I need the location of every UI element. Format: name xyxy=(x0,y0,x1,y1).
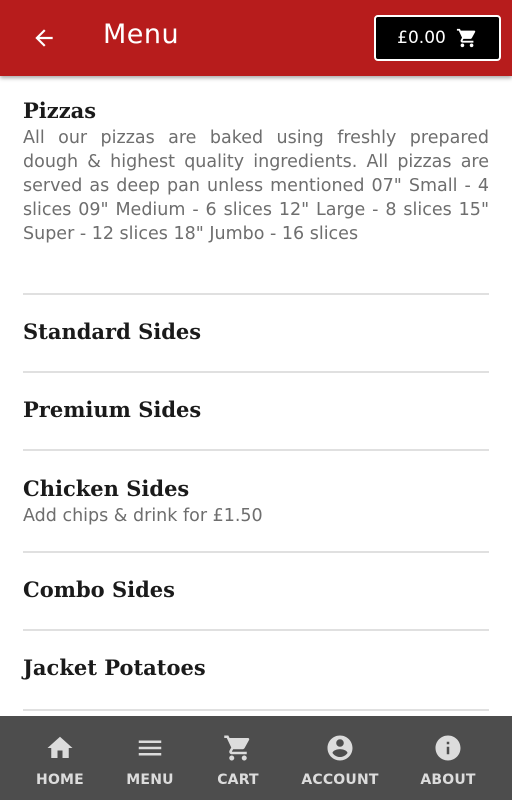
category-jacket-potatoes[interactable]: Jacket Potatoes xyxy=(23,631,489,711)
bottom-navigation: HOME MENU CART ACCOUNT ABOUT xyxy=(0,716,512,800)
category-description: Add chips & drink for £1.50 xyxy=(23,506,263,526)
nav-about[interactable]: ABOUT xyxy=(398,716,498,800)
category-title: Jacket Potatoes xyxy=(23,655,206,680)
account-icon xyxy=(327,735,353,761)
category-combo-sides[interactable]: Combo Sides xyxy=(23,553,489,631)
page-title: Menu xyxy=(103,19,180,50)
cart-total-amount: £0.00 xyxy=(397,28,446,48)
nav-label: ACCOUNT xyxy=(301,772,379,788)
category-description: All our pizzas are baked using freshly p… xyxy=(23,128,489,244)
cart-icon xyxy=(224,735,250,761)
home-icon xyxy=(47,736,73,758)
category-title: Pizzas xyxy=(23,98,97,123)
nav-label: CART xyxy=(217,772,259,788)
shopping-cart-icon xyxy=(456,28,476,48)
category-chicken-sides[interactable]: Chicken Sides Add chips & drink for £1.5… xyxy=(23,451,489,553)
category-title: Chicken Sides xyxy=(23,476,190,501)
menu-icon xyxy=(138,740,162,756)
category-standard-sides[interactable]: Standard Sides xyxy=(23,295,489,373)
app-bar: Menu £0.00 xyxy=(0,0,512,76)
category-title: Premium Sides xyxy=(23,397,202,422)
cart-total-button[interactable]: £0.00 xyxy=(374,15,501,61)
nav-account[interactable]: ACCOUNT xyxy=(290,716,390,800)
nav-label: MENU xyxy=(126,772,174,788)
info-icon xyxy=(435,735,461,761)
nav-menu[interactable]: MENU xyxy=(100,716,200,800)
nav-label: HOME xyxy=(36,772,84,788)
nav-home[interactable]: HOME xyxy=(10,716,110,800)
category-title: Standard Sides xyxy=(23,319,202,344)
category-pizzas[interactable]: Pizzas All our pizzas are baked using fr… xyxy=(23,76,489,295)
category-title: Combo Sides xyxy=(23,577,175,602)
nav-label: ABOUT xyxy=(420,772,476,788)
category-premium-sides[interactable]: Premium Sides xyxy=(23,373,489,451)
nav-cart[interactable]: CART xyxy=(188,716,288,800)
back-button[interactable] xyxy=(22,16,66,60)
menu-category-list: Pizzas All our pizzas are baked using fr… xyxy=(0,76,512,716)
arrow-left-icon xyxy=(35,29,53,47)
